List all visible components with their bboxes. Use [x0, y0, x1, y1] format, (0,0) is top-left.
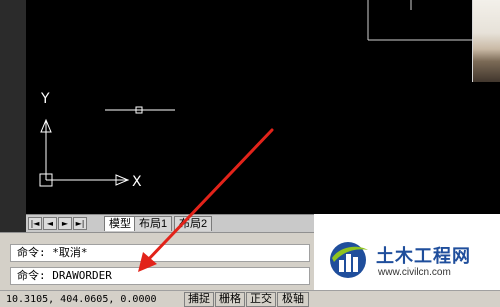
command-history-line: 命令: *取消* [10, 244, 310, 262]
canvas-graphics: Y X [39, 0, 472, 190]
tab-nav-prev-button[interactable]: ◄ [43, 217, 57, 230]
ucs-icon: Y X [39, 91, 142, 190]
site-watermark: 土木工程网 www.civilcn.com [320, 236, 496, 282]
watermark-url: www.civilcn.com [378, 267, 451, 278]
embedded-image-thumbnail[interactable] [472, 0, 500, 82]
status-bar: 10.3105, 404.0605, 0.0000 捕捉 栅格 正交 极轴 [0, 290, 500, 307]
tab-layout1[interactable]: 布局1 [134, 216, 173, 231]
watermark-title: 土木工程网 [376, 246, 471, 267]
snap-toggle-button[interactable]: 捕捉 [184, 292, 214, 307]
crosshair-cursor-icon [105, 106, 175, 114]
tab-nav-next-button[interactable]: ► [58, 217, 72, 230]
command-window: 命令: *取消* 命令: DRAWORDER [0, 232, 314, 291]
tab-nav-first-button[interactable]: |◄ [28, 217, 42, 230]
ucs-x-label: X [132, 174, 142, 190]
layout-tabbar: |◄ ◄ ► ►| 模型 布局1 布局2 [26, 214, 314, 233]
civilcn-logo-icon [330, 242, 368, 278]
drawing-canvas[interactable]: Y X [26, 0, 500, 214]
grid-toggle-button[interactable]: 栅格 [215, 292, 245, 307]
window-frame-left [0, 0, 26, 232]
autocad-window: Y X |◄ ◄ ► ►| 模型 布局1 布局2 命令: *取消* 命令: DR… [0, 0, 500, 307]
blank-area [314, 214, 500, 232]
ortho-toggle-button[interactable]: 正交 [246, 292, 276, 307]
tab-layout2[interactable]: 布局2 [174, 216, 213, 231]
coordinate-readout: 10.3105, 404.0605, 0.0000 [6, 294, 157, 305]
tab-nav-last-button[interactable]: ►| [73, 217, 87, 230]
command-input-line[interactable]: 命令: DRAWORDER [10, 267, 310, 285]
tab-model[interactable]: 模型 [104, 216, 136, 231]
ucs-y-label: Y [40, 91, 50, 107]
polar-toggle-button[interactable]: 极轴 [277, 292, 309, 307]
